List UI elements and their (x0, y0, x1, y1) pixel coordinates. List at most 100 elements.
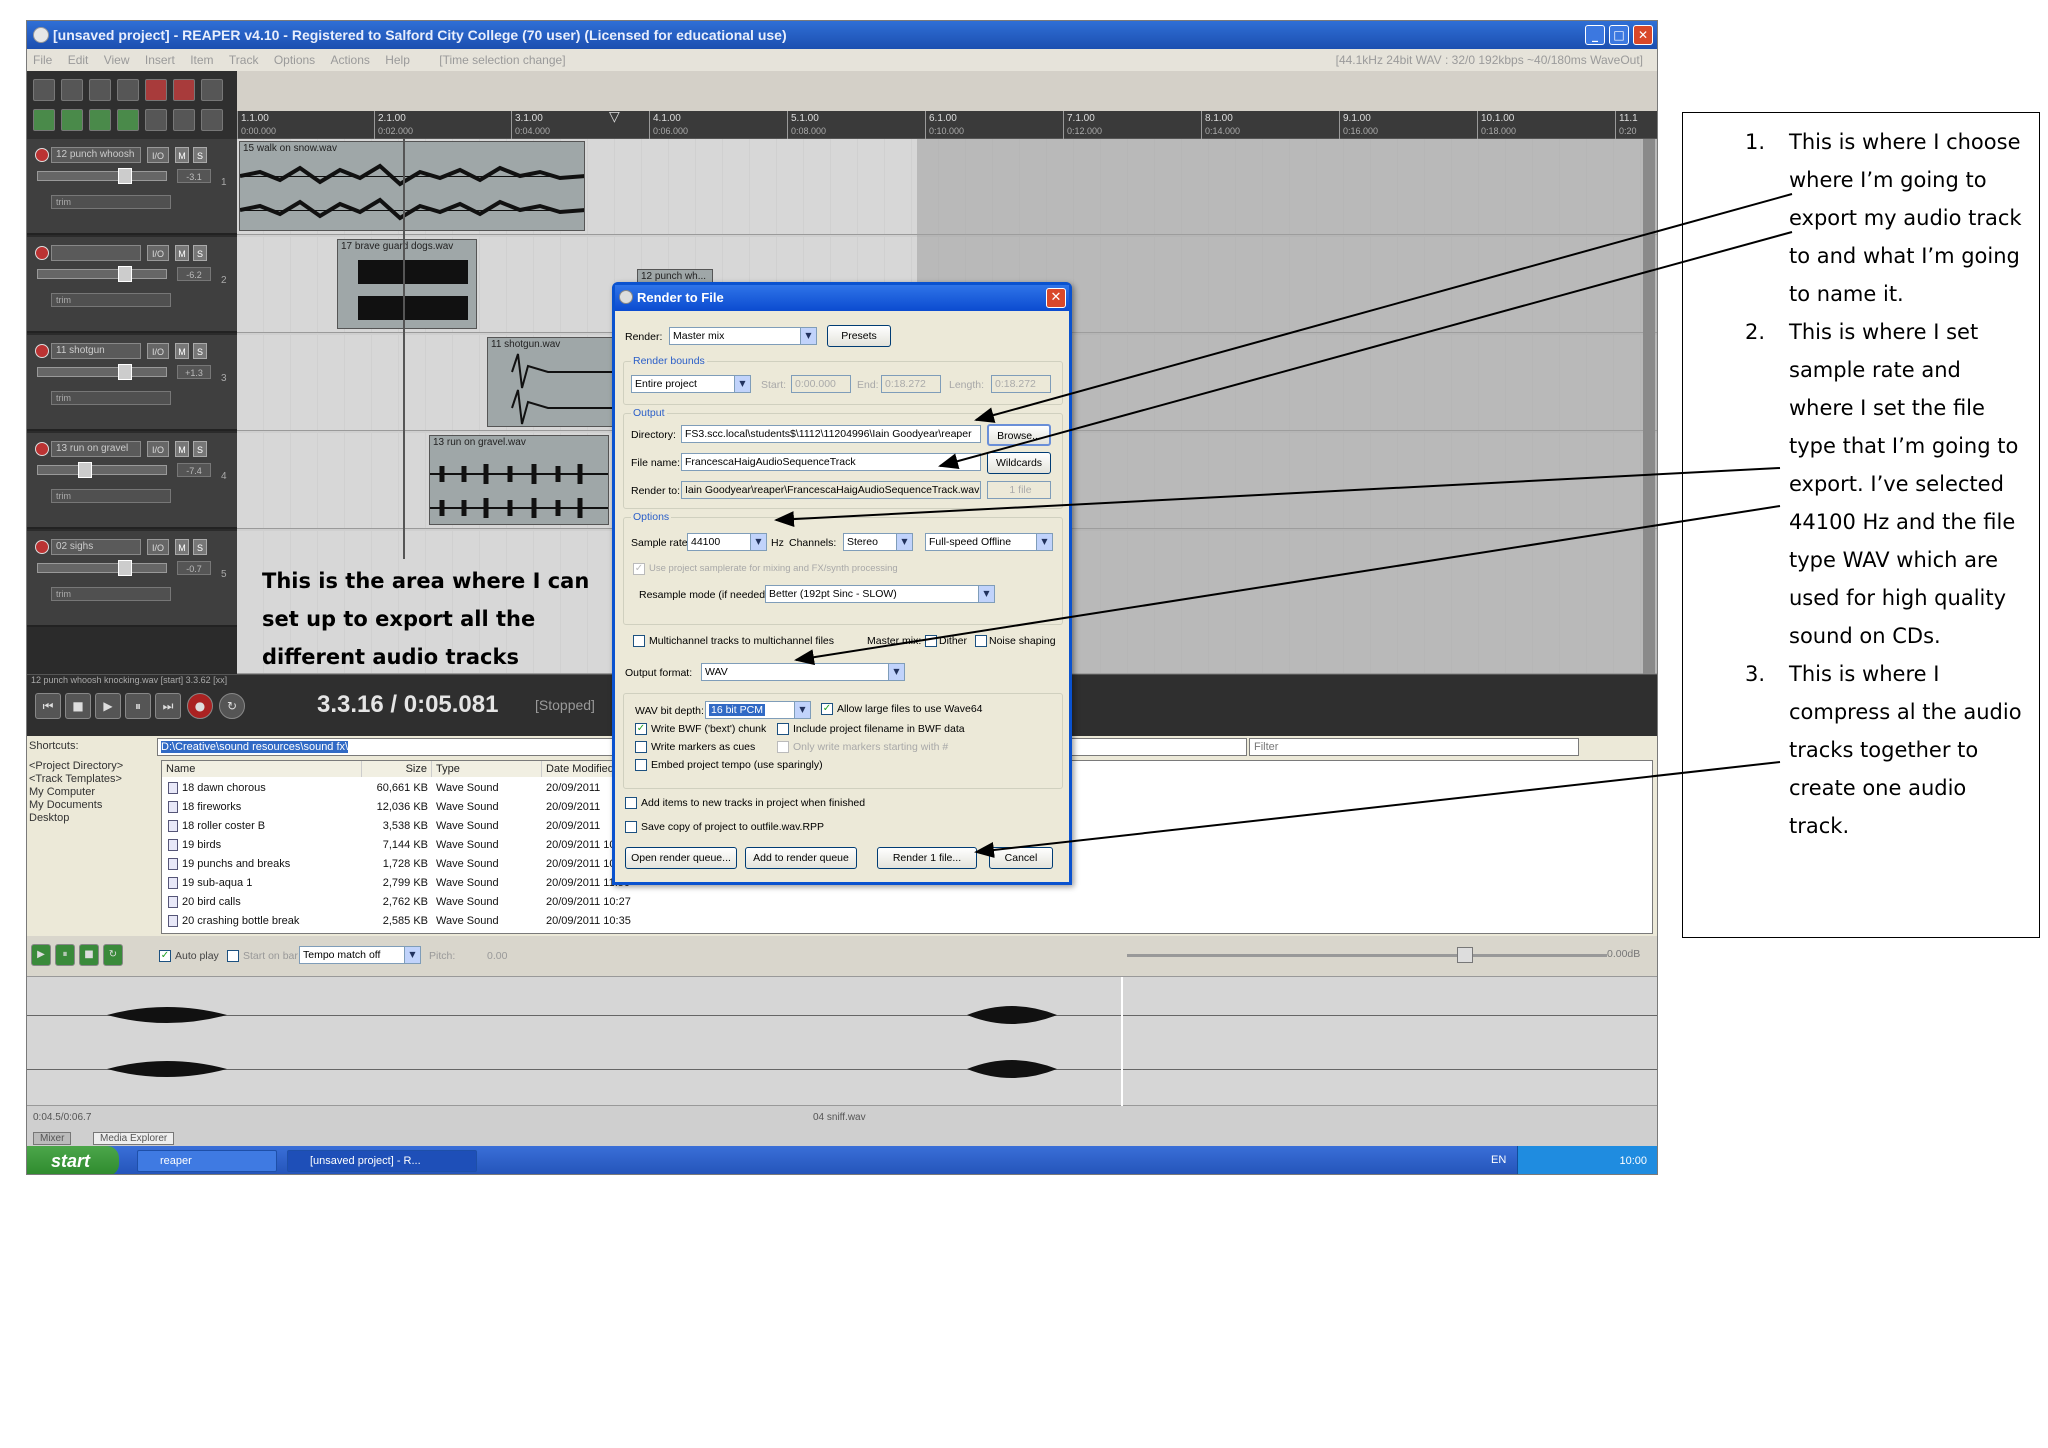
timeline-ruler[interactable]: 1.1.00 0:00.000 2.1.00 0:02.000 3.1.00 0:04… (237, 109, 1657, 139)
redo-icon[interactable] (173, 79, 195, 101)
render-bounds-select[interactable]: Entire project ▼ (631, 375, 751, 393)
track-1[interactable]: 12 punch whoosh I/O M S -3.1 trim 1 (27, 139, 237, 235)
volume-slider[interactable] (37, 266, 167, 282)
place-item[interactable]: My Documents (29, 799, 159, 812)
end-time-field[interactable]: 0:18.272 (881, 375, 941, 393)
envelope-icon[interactable] (173, 109, 195, 131)
preview-pause-button[interactable]: ⏸ (55, 944, 75, 966)
file-name-field[interactable]: FrancescaHaigAudioSequenceTrack (681, 453, 981, 471)
volume-slider[interactable] (37, 560, 167, 576)
write-bwf-checkbox[interactable]: ✓ (635, 723, 647, 735)
language-indicator[interactable]: EN (1491, 1154, 1506, 1166)
solo-button[interactable]: S (193, 343, 207, 359)
trim-selector[interactable]: trim (51, 391, 171, 405)
undo-icon[interactable] (145, 79, 167, 101)
presets-button[interactable]: Presets (827, 325, 891, 347)
include-filename-checkbox[interactable] (777, 723, 789, 735)
menu-view[interactable]: View (104, 53, 130, 67)
start-on-bar-checkbox[interactable] (227, 950, 239, 962)
start-button[interactable]: start (27, 1146, 119, 1174)
track-4[interactable]: 13 run on gravel I/O M S -7.4 trim 4 (27, 433, 237, 529)
item-grouping-icon[interactable] (117, 109, 139, 131)
grid-icon[interactable] (61, 109, 83, 131)
multichannel-checkbox[interactable] (633, 635, 645, 647)
render-speed-select[interactable]: Full-speed Offline ▼ (925, 533, 1053, 551)
pause-button[interactable]: ⏸ (125, 693, 151, 719)
volume-slider[interactable] (37, 462, 167, 478)
mute-button[interactable]: M (175, 147, 189, 163)
dialog-close-button[interactable]: ✕ (1046, 288, 1066, 308)
snap-icon[interactable] (33, 109, 55, 131)
lock-icon[interactable] (201, 109, 223, 131)
go-to-start-button[interactable]: ⏮ (35, 693, 61, 719)
play-button[interactable]: ▶ (95, 693, 121, 719)
solo-button[interactable]: S (193, 245, 207, 261)
media-item[interactable]: 15 walk on snow.wav (239, 141, 585, 231)
project-settings-icon[interactable] (117, 79, 139, 101)
sample-rate-select[interactable]: 44100 ▼ (687, 533, 767, 551)
track-name[interactable]: 13 run on gravel (51, 441, 141, 457)
record-arm-icon[interactable] (35, 344, 49, 358)
allow-large-files-checkbox[interactable]: ✓ (821, 703, 833, 715)
menu-track[interactable]: Track (229, 53, 259, 67)
taskbar-item-reaper-project[interactable]: [unsaved project] - R... (287, 1150, 477, 1172)
tab-media-explorer[interactable]: Media Explorer (93, 1132, 175, 1145)
use-project-samplerate-checkbox[interactable]: ✓ (633, 563, 645, 575)
track-name[interactable]: 12 punch whoosh (51, 147, 141, 163)
preview-repeat-button[interactable]: ↻ (103, 944, 123, 966)
mute-button[interactable]: M (175, 245, 189, 261)
mute-button[interactable]: M (175, 343, 189, 359)
auto-play-checkbox[interactable]: ✓ (159, 950, 171, 962)
resample-mode-select[interactable]: Better (192pt Sinc - SLOW) ▼ (765, 585, 995, 603)
place-item[interactable]: <Track Templates> (29, 773, 159, 786)
solo-button[interactable]: S (193, 147, 207, 163)
menu-help[interactable]: Help (385, 53, 410, 67)
track-name[interactable]: 11 shotgun (51, 343, 141, 359)
start-time-field[interactable]: 0:00.000 (791, 375, 851, 393)
mute-button[interactable]: M (175, 539, 189, 555)
directory-field[interactable]: FS3.scc.local\students$\1112\11204996\Ia… (681, 425, 981, 443)
crossfade-icon[interactable] (145, 109, 167, 131)
track-name[interactable]: 02 sighs (51, 539, 141, 555)
preview-play-button[interactable]: ▶ (31, 944, 51, 966)
cancel-button[interactable]: Cancel (989, 847, 1053, 869)
track-2[interactable]: I/O M S -6.2 trim 2 (27, 237, 237, 333)
render-source-select[interactable]: Master mix ▼ (669, 327, 817, 345)
add-to-render-queue-button[interactable]: Add to render queue (745, 847, 857, 869)
file-row[interactable]: 20 bird calls 2,762 KB Wave Sound 20/09/201… (162, 893, 1652, 912)
menu-options[interactable]: Options (274, 53, 315, 67)
open-project-icon[interactable] (61, 79, 83, 101)
media-item[interactable]: 13 run on gravel.wav (429, 435, 609, 525)
menu-actions[interactable]: Actions (331, 53, 370, 67)
track-5[interactable]: 02 sighs I/O M S -0.7 trim 5 (27, 531, 237, 627)
preview-volume-slider[interactable] (1127, 947, 1607, 963)
wav-bit-depth-select[interactable]: 16 bit PCM ▼ (705, 701, 811, 719)
column-type[interactable]: Type (432, 761, 542, 777)
wildcards-button[interactable]: Wildcards (987, 452, 1051, 474)
menu-file[interactable]: File (33, 53, 52, 67)
tab-mixer[interactable]: Mixer (33, 1132, 72, 1145)
embed-tempo-checkbox[interactable] (635, 759, 647, 771)
record-button[interactable]: ● (187, 693, 213, 719)
track-3[interactable]: 11 shotgun I/O M S +1.3 trim 3 (27, 335, 237, 431)
menu-edit[interactable]: Edit (68, 53, 89, 67)
mute-button[interactable]: M (175, 441, 189, 457)
ripple-edit-icon[interactable] (89, 109, 111, 131)
record-arm-icon[interactable] (35, 540, 49, 554)
open-render-queue-button[interactable]: Open render queue... (625, 847, 737, 869)
place-item[interactable]: My Computer (29, 786, 159, 799)
browse-button[interactable]: Browse... (987, 424, 1051, 446)
new-project-icon[interactable] (33, 79, 55, 101)
dither-checkbox[interactable] (925, 635, 937, 647)
record-arm-icon[interactable] (35, 442, 49, 456)
preview-waveform[interactable] (27, 976, 1657, 1107)
vertical-scrollbar[interactable] (1643, 139, 1655, 674)
playhead-marker-icon[interactable]: ▽ (609, 109, 620, 125)
menu-item[interactable]: Item (190, 53, 213, 67)
trim-selector[interactable]: trim (51, 489, 171, 503)
column-size[interactable]: Size (362, 761, 432, 777)
io-button[interactable]: I/O (147, 343, 169, 359)
close-window-button[interactable]: ✕ (1633, 25, 1653, 45)
save-copy-checkbox[interactable] (625, 821, 637, 833)
noise-shaping-checkbox[interactable] (975, 635, 987, 647)
